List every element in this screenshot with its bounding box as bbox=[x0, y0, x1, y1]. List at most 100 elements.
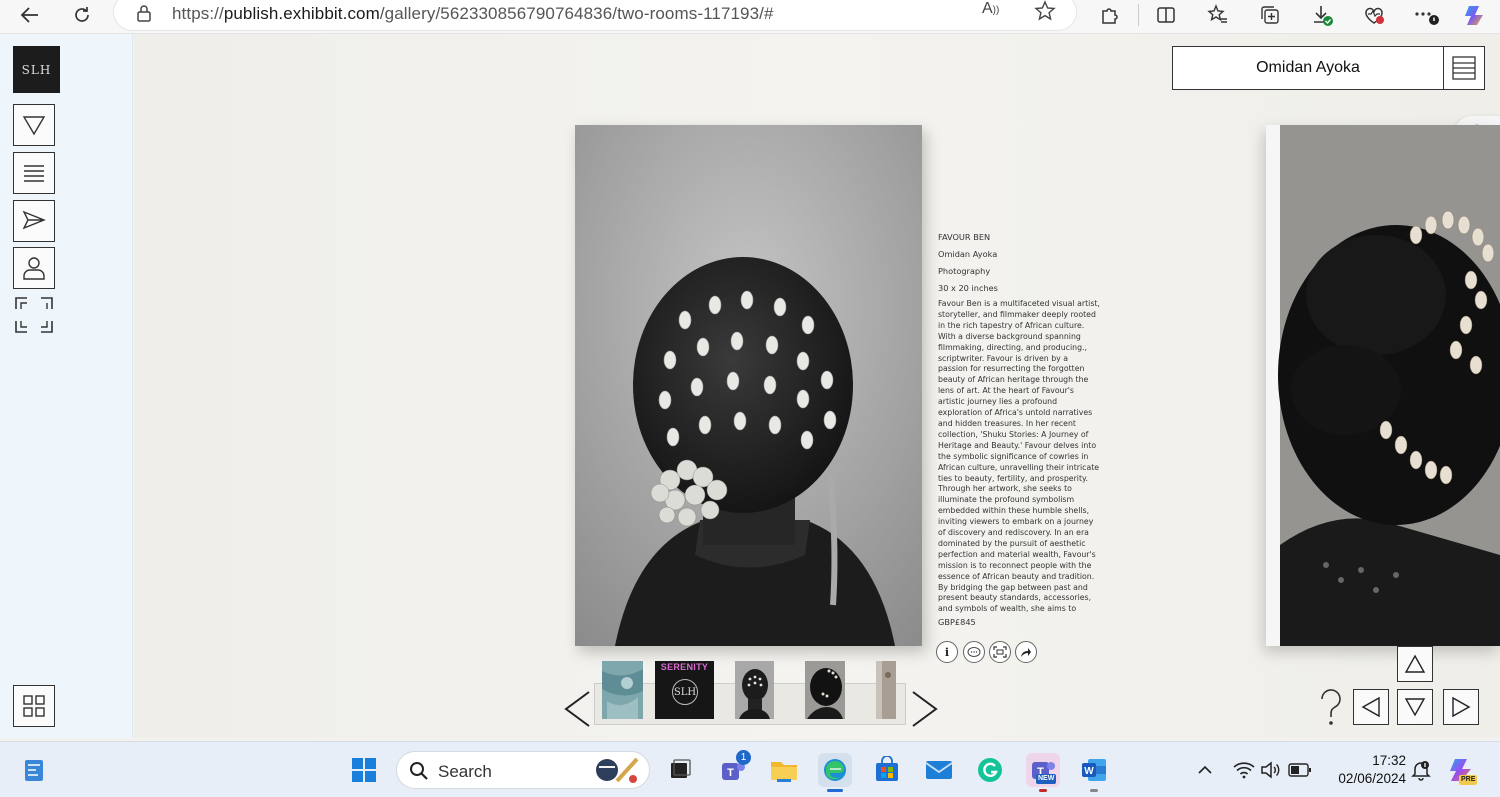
task-view-icon bbox=[671, 759, 691, 778]
triangle-left-icon bbox=[1361, 696, 1380, 718]
triangle-up-icon bbox=[1404, 654, 1426, 673]
microsoft-store-button[interactable] bbox=[870, 753, 904, 787]
artist-menu-button[interactable] bbox=[1443, 47, 1484, 89]
battery-icon bbox=[1288, 763, 1311, 777]
chat-bubble-icon bbox=[967, 647, 981, 657]
folder-icon bbox=[771, 762, 797, 782]
taskbar-clock[interactable]: 17:32 02/06/2024 bbox=[1324, 752, 1406, 788]
thumbnail-4[interactable] bbox=[805, 661, 845, 719]
taskbar-search[interactable]: Search bbox=[396, 751, 650, 789]
artist-name[interactable]: Omidan Ayoka bbox=[1173, 47, 1443, 89]
filter-button[interactable] bbox=[13, 104, 55, 146]
artwork-next-image[interactable] bbox=[1266, 125, 1500, 646]
move-forward-button[interactable] bbox=[1397, 646, 1433, 682]
help-button[interactable] bbox=[1315, 688, 1347, 728]
fullscreen-button[interactable] bbox=[13, 295, 55, 335]
svg-text:T: T bbox=[727, 767, 734, 779]
enquire-button[interactable] bbox=[963, 641, 985, 663]
info-button[interactable]: i bbox=[936, 641, 958, 663]
wifi-button[interactable] bbox=[1230, 753, 1258, 787]
triangle-down-icon bbox=[1404, 698, 1426, 717]
chevron-left-icon bbox=[564, 691, 590, 727]
thumbnail-portrait-image bbox=[735, 661, 774, 719]
triangle-down-icon bbox=[22, 116, 46, 136]
favorites-icon bbox=[1207, 4, 1227, 23]
collections-button[interactable] bbox=[1254, 0, 1286, 30]
word-icon: W bbox=[1082, 759, 1106, 781]
turn-left-button[interactable] bbox=[1353, 689, 1389, 725]
favorite-star-icon[interactable] bbox=[1034, 0, 1056, 22]
triangle-right-icon bbox=[1452, 696, 1471, 718]
start-button[interactable] bbox=[347, 753, 381, 787]
edge-icon bbox=[824, 759, 846, 781]
copilot-button[interactable] bbox=[1460, 0, 1492, 30]
logo-text: SLH bbox=[21, 62, 52, 77]
pre-badge: PRE bbox=[1459, 775, 1478, 785]
refresh-icon bbox=[75, 7, 89, 22]
split-screen-button[interactable] bbox=[1150, 0, 1182, 30]
share-button[interactable] bbox=[1015, 641, 1037, 663]
grid-view-button[interactable] bbox=[13, 685, 55, 727]
grammarly-icon bbox=[978, 758, 1002, 782]
task-view-button[interactable] bbox=[662, 753, 696, 787]
notifications-button[interactable] bbox=[1407, 753, 1435, 787]
send-message-button[interactable] bbox=[13, 200, 55, 242]
downloads-button[interactable] bbox=[1306, 0, 1338, 30]
portrait-photograph bbox=[575, 125, 922, 646]
word-button[interactable]: W bbox=[1077, 753, 1111, 792]
view-in-room-button[interactable] bbox=[989, 641, 1011, 663]
gallery-logo[interactable]: SLH bbox=[13, 46, 60, 93]
thumbnails-prev-button[interactable] bbox=[560, 691, 596, 727]
favorites-button[interactable] bbox=[1202, 0, 1234, 30]
panel-menu-icon bbox=[1452, 56, 1476, 80]
thumbnail-abstract-image bbox=[602, 661, 643, 719]
file-explorer-button[interactable] bbox=[767, 753, 801, 787]
artwork-main-image[interactable] bbox=[575, 125, 922, 646]
mail-icon bbox=[925, 761, 953, 779]
grammarly-button[interactable] bbox=[973, 753, 1007, 787]
turn-right-button[interactable] bbox=[1443, 689, 1479, 725]
read-aloud-button[interactable]: A)) bbox=[982, 0, 999, 18]
more-dots-icon bbox=[1415, 12, 1439, 25]
address-bar[interactable]: https://publish.exhibbit.com/gallery/562… bbox=[114, 0, 1076, 30]
teams-new-button[interactable]: T NEW bbox=[1026, 753, 1060, 792]
refresh-button[interactable] bbox=[66, 0, 98, 30]
thumbnails-next-button[interactable] bbox=[906, 691, 942, 727]
thumbnail-portrait-image-2 bbox=[805, 661, 845, 719]
copilot-preview-button[interactable]: PRE bbox=[1446, 753, 1480, 787]
artwork-title: FAVOUR BEN bbox=[938, 232, 991, 242]
puzzle-icon bbox=[1102, 8, 1118, 24]
edge-browser-button[interactable] bbox=[818, 753, 852, 792]
svg-text:W: W bbox=[1084, 766, 1094, 777]
clock-time: 17:32 bbox=[1372, 753, 1406, 768]
search-icon bbox=[410, 762, 428, 780]
running-app-indicator bbox=[1039, 789, 1047, 792]
widgets-icon bbox=[25, 760, 43, 781]
thumbnail-3[interactable] bbox=[735, 661, 774, 719]
store-icon bbox=[876, 756, 898, 781]
widgets-button[interactable] bbox=[17, 753, 51, 787]
show-hidden-icons-button[interactable] bbox=[1190, 753, 1220, 787]
back-button[interactable] bbox=[14, 0, 46, 30]
menu-list-button[interactable] bbox=[13, 152, 55, 194]
url-domain: publish.exhibbit.com bbox=[223, 4, 380, 23]
profile-button[interactable] bbox=[13, 247, 55, 289]
thumbnail-5[interactable] bbox=[876, 661, 896, 719]
lock-icon bbox=[137, 5, 151, 22]
mail-button[interactable] bbox=[922, 753, 956, 787]
teams-chat-button[interactable]: T 1 bbox=[716, 750, 751, 787]
thumbnail-2[interactable]: SERENITY SLH bbox=[655, 661, 714, 719]
url-path: /gallery/562330856790764836/two-rooms-11… bbox=[379, 4, 774, 23]
thumbnail-1[interactable] bbox=[602, 661, 643, 719]
bell-icon bbox=[1411, 761, 1431, 781]
artwork-info-panel: FAVOUR BEN Omidan Ayoka Photography 30 x… bbox=[938, 231, 1100, 627]
settings-more-button[interactable] bbox=[1410, 0, 1442, 30]
browser-essentials-button[interactable] bbox=[1358, 0, 1390, 30]
collections-icon bbox=[1261, 6, 1279, 24]
running-app-indicator-word bbox=[1090, 789, 1098, 792]
speaker-icon bbox=[1261, 761, 1280, 779]
battery-button[interactable] bbox=[1286, 753, 1314, 787]
extensions-button[interactable] bbox=[1094, 0, 1126, 30]
move-back-button[interactable] bbox=[1397, 689, 1433, 725]
volume-button[interactable] bbox=[1257, 753, 1285, 787]
